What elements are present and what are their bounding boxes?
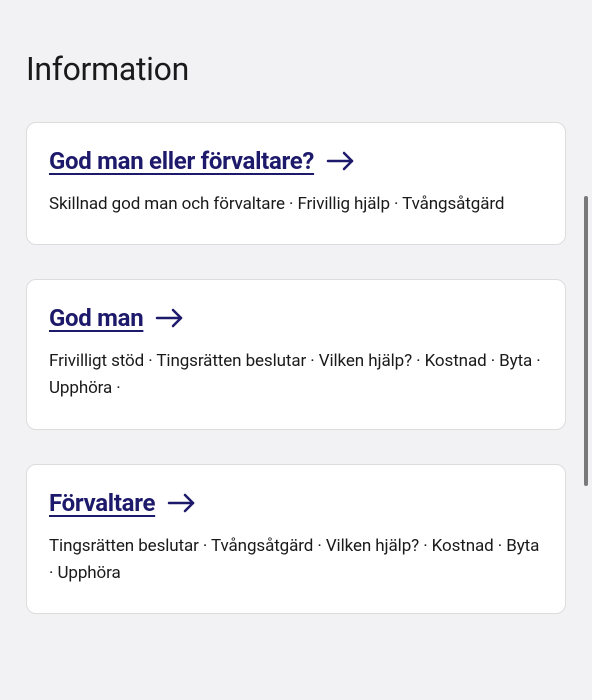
scrollbar-thumb[interactable]: [584, 196, 588, 486]
card-tags: Frivilligt stöd · Tingsrätten beslutar ·…: [49, 348, 543, 402]
page-title: Information: [26, 50, 566, 88]
card-tags: Skillnad god man och förvaltare · Frivil…: [49, 191, 543, 218]
arrow-right-icon: [155, 306, 185, 330]
card-header: God man eller förvaltare?: [49, 147, 543, 175]
card-header: Förvaltare: [49, 489, 543, 517]
card-header: God man: [49, 304, 543, 332]
info-card-god-man[interactable]: God man Frivilligt stöd · Tingsrätten be…: [26, 279, 566, 429]
arrow-right-icon: [167, 491, 197, 515]
arrow-right-icon: [326, 149, 356, 173]
info-card-god-man-eller-forvaltare[interactable]: God man eller förvaltare? Skillnad god m…: [26, 122, 566, 245]
card-title-link[interactable]: God man eller förvaltare?: [49, 147, 314, 175]
card-title-link[interactable]: Förvaltare: [49, 489, 155, 517]
content-container: Information God man eller förvaltare? Sk…: [0, 0, 592, 678]
card-title-link[interactable]: God man: [49, 304, 143, 332]
info-card-forvaltare[interactable]: Förvaltare Tingsrätten beslutar · Tvångs…: [26, 464, 566, 614]
card-tags: Tingsrätten beslutar · Tvångsåtgärd · Vi…: [49, 533, 543, 587]
